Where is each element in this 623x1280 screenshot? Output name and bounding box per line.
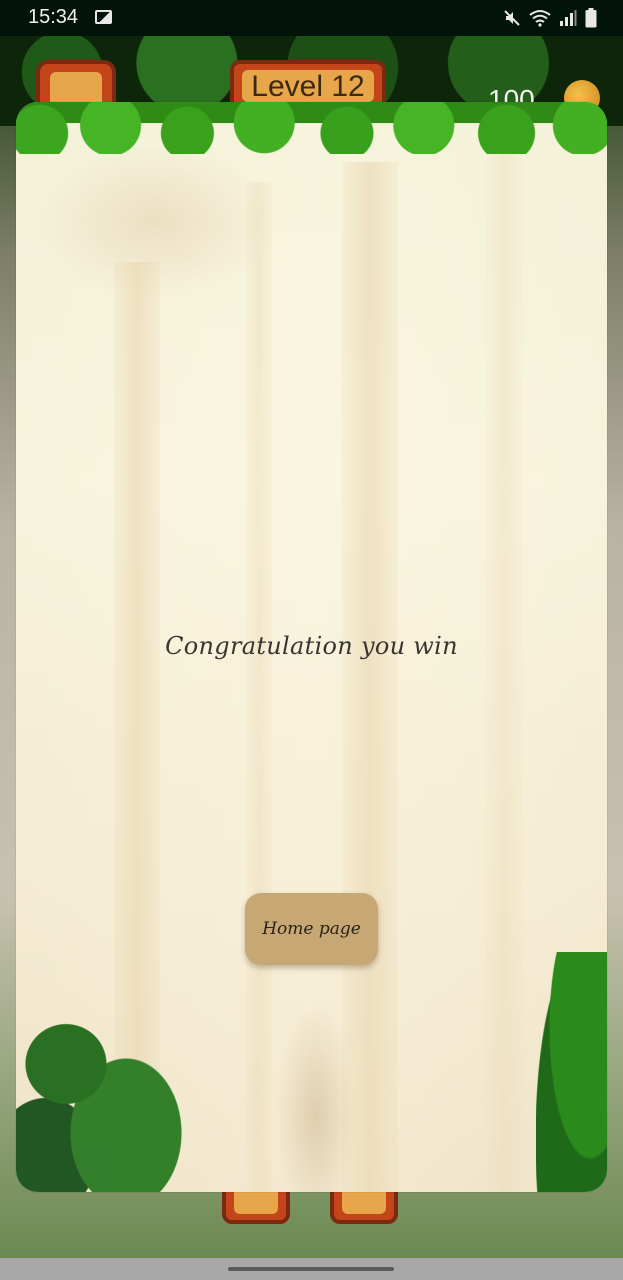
status-icons <box>503 8 597 28</box>
dialog-canopy <box>16 102 607 154</box>
foliage-right <box>536 952 607 1192</box>
signal-icon <box>560 10 577 26</box>
win-message: Congratulation you win <box>165 632 458 660</box>
fern-decoration <box>276 1002 356 1192</box>
status-time: 15:34 <box>28 6 79 28</box>
mute-icon <box>504 10 520 26</box>
win-dialog: Congratulation you win Home page <box>16 102 607 1192</box>
tree-trunk <box>246 182 272 1192</box>
navigation-bar <box>0 1258 623 1280</box>
foliage-left <box>16 972 206 1192</box>
status-bar: 15:34 <box>0 0 623 36</box>
tree-trunk <box>486 142 522 1192</box>
battery-icon <box>585 8 597 28</box>
gallery-icon <box>95 10 112 24</box>
home-page-button[interactable]: Home page <box>245 893 378 965</box>
home-gesture-handle[interactable] <box>228 1267 394 1271</box>
level-label: Level 12 <box>242 70 374 102</box>
wifi-icon <box>529 10 551 27</box>
game-screen: 15:34 Level 12 100 Congratulation you wi… <box>0 0 623 1280</box>
